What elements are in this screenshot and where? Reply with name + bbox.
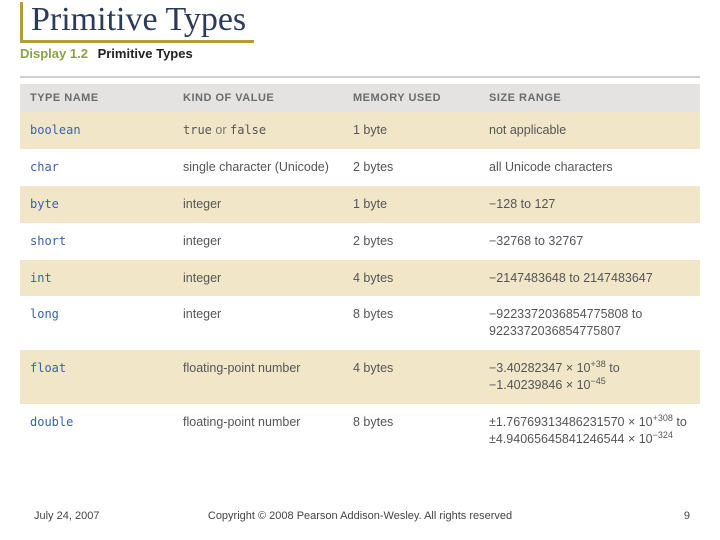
table-row: byteinteger1 byte−128 to 127	[20, 186, 700, 223]
footer: July 24, 2007 Copyright © 2008 Pearson A…	[0, 510, 720, 532]
cell-memory: 8 bytes	[343, 296, 479, 350]
table-row: intinteger4 bytes−2147483648 to 21474836…	[20, 260, 700, 297]
table-area: TYPE NAME KIND OF VALUE MEMORY USED SIZE…	[20, 76, 700, 458]
display-title: Primitive Types	[98, 46, 193, 61]
table-row: floatfloating-point number4 bytes−3.4028…	[20, 350, 700, 404]
cell-size-range: not applicable	[479, 112, 700, 149]
table-row: booleantrue or false1 bytenot applicable	[20, 112, 700, 149]
title-container: Primitive Types	[20, 2, 254, 43]
table-row: charsingle character (Unicode)2 bytesall…	[20, 149, 700, 186]
cell-memory: 4 bytes	[343, 260, 479, 297]
cell-memory: 1 byte	[343, 186, 479, 223]
footer-page-number: 9	[684, 510, 690, 522]
table-row: longinteger8 bytes−9223372036854775808 t…	[20, 296, 700, 350]
col-memory: MEMORY USED	[343, 84, 479, 112]
cell-kind: true or false	[173, 112, 343, 149]
table-header-row: TYPE NAME KIND OF VALUE MEMORY USED SIZE…	[20, 84, 700, 112]
cell-type-name: short	[20, 223, 173, 260]
cell-kind: integer	[173, 296, 343, 350]
col-kind: KIND OF VALUE	[173, 84, 343, 112]
page-title: Primitive Types	[31, 2, 246, 38]
cell-size-range: −128 to 127	[479, 186, 700, 223]
display-number: Display 1.2	[20, 46, 88, 61]
table-row: shortinteger2 bytes−32768 to 32767	[20, 223, 700, 260]
cell-size-range: −9223372036854775808 to 9223372036854775…	[479, 296, 700, 350]
cell-kind: floating-point number	[173, 350, 343, 404]
cell-type-name: double	[20, 404, 173, 458]
slide: Primitive Types Display 1.2 Primitive Ty…	[0, 0, 720, 540]
cell-memory: 1 byte	[343, 112, 479, 149]
cell-memory: 2 bytes	[343, 149, 479, 186]
cell-type-name: boolean	[20, 112, 173, 149]
cell-type-name: float	[20, 350, 173, 404]
col-size-range: SIZE RANGE	[479, 84, 700, 112]
display-heading: Display 1.2 Primitive Types	[20, 46, 193, 61]
cell-size-range: ±1.76769313486231570 × 10+308 to±4.94065…	[479, 404, 700, 458]
cell-memory: 8 bytes	[343, 404, 479, 458]
cell-kind: single character (Unicode)	[173, 149, 343, 186]
cell-kind: integer	[173, 186, 343, 223]
cell-size-range: −2147483648 to 2147483647	[479, 260, 700, 297]
cell-memory: 2 bytes	[343, 223, 479, 260]
cell-type-name: byte	[20, 186, 173, 223]
table-body: booleantrue or false1 bytenot applicable…	[20, 112, 700, 458]
cell-kind: floating-point number	[173, 404, 343, 458]
col-type-name: TYPE NAME	[20, 84, 173, 112]
cell-memory: 4 bytes	[343, 350, 479, 404]
cell-size-range: −32768 to 32767	[479, 223, 700, 260]
cell-type-name: int	[20, 260, 173, 297]
cell-size-range: all Unicode characters	[479, 149, 700, 186]
divider	[20, 76, 700, 78]
cell-type-name: long	[20, 296, 173, 350]
cell-size-range: −3.40282347 × 10+38 to−1.40239846 × 10−4…	[479, 350, 700, 404]
footer-copyright: Copyright © 2008 Pearson Addison-Wesley.…	[0, 510, 720, 522]
cell-kind: integer	[173, 260, 343, 297]
cell-type-name: char	[20, 149, 173, 186]
table-row: doublefloating-point number8 bytes±1.767…	[20, 404, 700, 458]
primitive-types-table: TYPE NAME KIND OF VALUE MEMORY USED SIZE…	[20, 84, 700, 458]
cell-kind: integer	[173, 223, 343, 260]
